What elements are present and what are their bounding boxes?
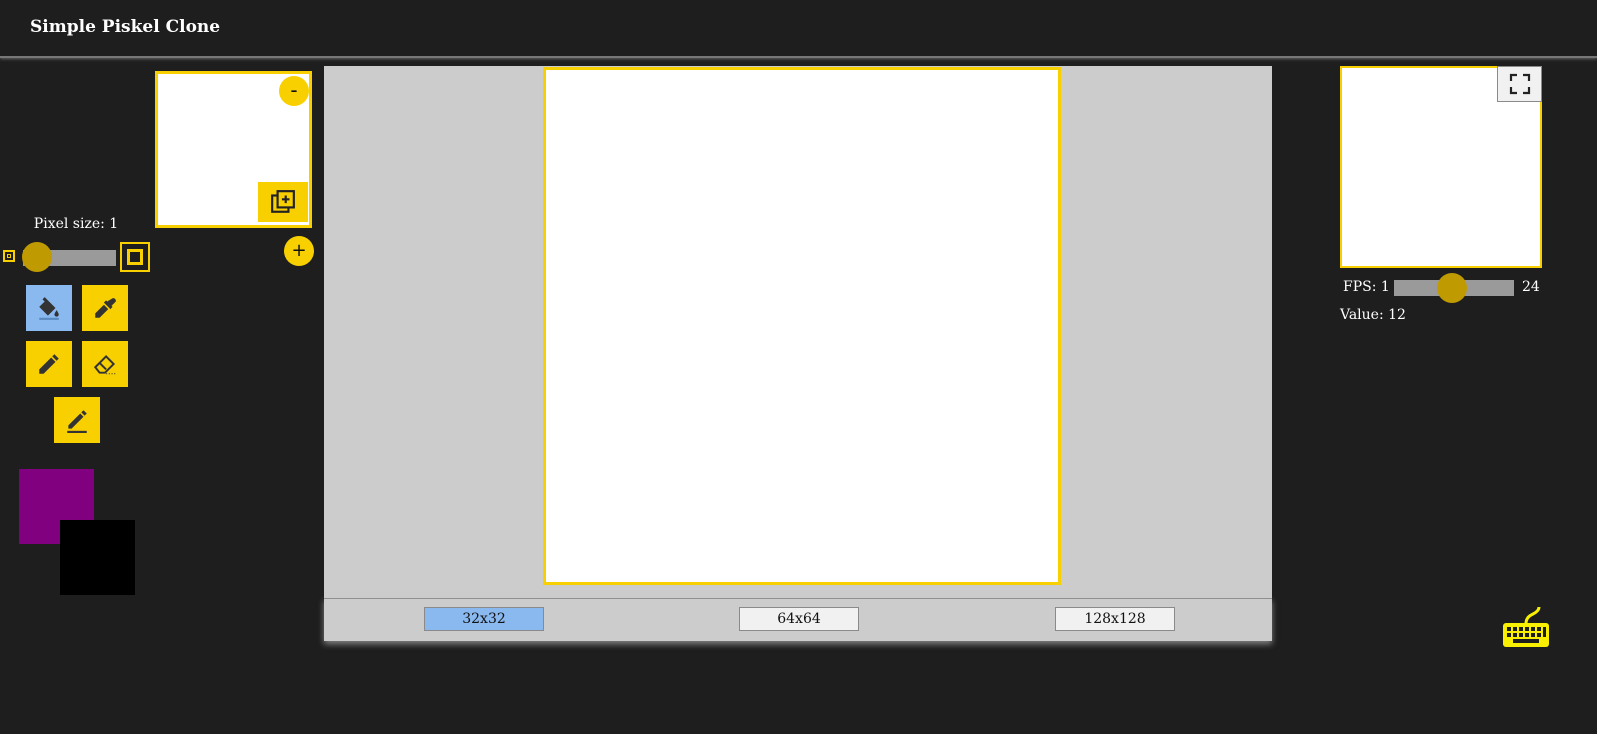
eyedropper-icon <box>95 298 116 318</box>
fps-value-label: Value: 12 <box>1340 307 1406 323</box>
large-pixel-icon <box>120 242 150 272</box>
paint-bucket-icon <box>39 297 59 320</box>
paint-bucket-tool[interactable] <box>26 285 72 331</box>
pixel-size-label: Pixel size: 1 <box>33 216 119 232</box>
app-title: Simple Piskel Clone <box>30 17 221 37</box>
fps-min-label: FPS: 1 <box>1343 279 1390 295</box>
small-pixel-icon <box>3 250 15 262</box>
stroke-tool[interactable] <box>54 397 100 443</box>
size-128-button[interactable]: 128x128 <box>1055 607 1175 631</box>
stroke-pen-icon <box>67 410 87 433</box>
eraser-icon <box>93 355 116 375</box>
duplicate-frame-button[interactable] <box>258 182 308 222</box>
pixel-size-slider-thumb[interactable] <box>22 242 52 272</box>
fullscreen-icon <box>1509 73 1530 95</box>
drawing-canvas[interactable] <box>543 67 1061 585</box>
pencil-tool[interactable] <box>26 341 72 387</box>
duplicate-icon <box>271 190 295 213</box>
delete-frame-button[interactable]: - <box>279 76 309 106</box>
pencil-icon <box>39 354 59 374</box>
add-frame-button[interactable]: + <box>284 236 314 266</box>
size-32-button[interactable]: 32x32 <box>424 607 544 631</box>
fullscreen-button[interactable] <box>1497 66 1542 102</box>
fps-slider-thumb[interactable] <box>1437 273 1467 303</box>
size-64-button[interactable]: 64x64 <box>739 607 859 631</box>
secondary-color-swatch[interactable] <box>60 520 135 595</box>
app-header: Simple Piskel Clone <box>0 0 1597 58</box>
fps-max-label: 24 <box>1522 279 1540 295</box>
eyedropper-tool[interactable] <box>82 285 128 331</box>
eraser-tool[interactable] <box>82 341 128 387</box>
keyboard-icon[interactable] <box>1501 606 1551 648</box>
